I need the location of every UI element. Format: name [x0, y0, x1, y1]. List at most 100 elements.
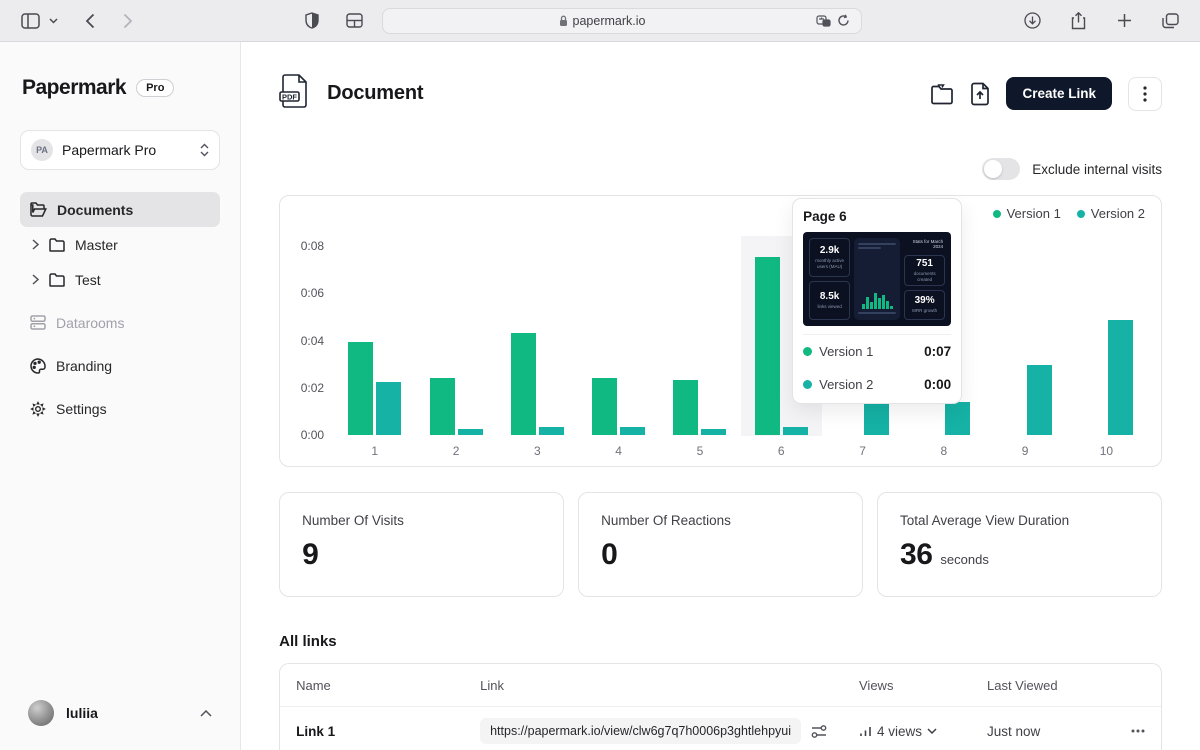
create-link-button[interactable]: Create Link: [1006, 77, 1112, 110]
views-chart: Version 1 Version 2 0:08 0:06 0:04 0:02 0:00 …: [279, 195, 1162, 467]
legend-item: Version 1: [992, 206, 1061, 221]
stat-card-reactions: Number Of Reactions 0: [578, 492, 864, 597]
tooltip-series-name: Version 2: [819, 377, 874, 392]
bar-version-2-page-5[interactable]: [701, 429, 727, 435]
tooltip-title: Page 6: [803, 209, 847, 224]
add-document-icon[interactable]: [970, 82, 990, 106]
sidebar-chevron-icon[interactable]: [44, 7, 62, 35]
share-icon[interactable]: [1064, 7, 1092, 35]
chevron-right-icon[interactable]: [32, 239, 39, 250]
bar-version-1-page-2[interactable]: [429, 378, 455, 435]
chart-group-page-10[interactable]: 10: [1066, 236, 1147, 458]
team-selector[interactable]: PA Papermark Pro: [20, 130, 221, 170]
forward-icon[interactable]: [114, 7, 142, 35]
chart-group-page-3[interactable]: 3: [497, 236, 578, 458]
bar-version-1-page-1[interactable]: [348, 342, 374, 435]
kebab-horizontal-icon: [1131, 729, 1145, 733]
y-axis-tick: 0:00: [300, 428, 325, 442]
link-url-pill[interactable]: https://papermark.io/view/clw6g7q7h0006p…: [480, 718, 801, 744]
tab-overview-icon[interactable]: [1156, 7, 1184, 35]
bar-version-2-page-10[interactable]: [1107, 320, 1133, 435]
chart-group-page-9[interactable]: 9: [984, 236, 1065, 458]
stat-label: Number Of Reactions: [601, 513, 731, 528]
gear-icon: [30, 400, 46, 417]
sidebar-item-master[interactable]: Master: [20, 227, 220, 262]
legend-dot-icon: [992, 209, 1001, 218]
sidebar: Papermark Pro PA Papermark Pro Documents…: [0, 42, 242, 750]
sidebar-item-label: Settings: [56, 400, 107, 417]
views-dropdown[interactable]: 4 views: [843, 724, 971, 739]
back-icon[interactable]: [76, 7, 104, 35]
user-menu[interactable]: luliia: [20, 694, 220, 732]
stat-value: 36: [900, 538, 933, 571]
chart-group-page-2[interactable]: 2: [415, 236, 496, 458]
bar-version-2-page-8[interactable]: [945, 402, 971, 435]
links-table: Name Link Views Last Viewed Link 1 https…: [279, 663, 1162, 750]
all-links-heading: All links: [279, 633, 337, 650]
bar-version-2-page-3[interactable]: [538, 427, 564, 435]
user-name: luliia: [66, 705, 98, 721]
translate-icon[interactable]: [813, 11, 833, 31]
bar-version-1-page-6[interactable]: [754, 257, 780, 435]
bar-version-2-page-6[interactable]: [782, 427, 808, 435]
url-bar[interactable]: papermark.io: [382, 7, 862, 34]
x-axis-label: 6: [777, 444, 785, 458]
bar-version-1-page-3[interactable]: [510, 333, 536, 435]
bar-version-2-page-9[interactable]: [1026, 365, 1052, 435]
page-preview-thumbnail: 2.9k monthly active users (MAU) 8.5k lin…: [803, 232, 952, 326]
url-text: papermark.io: [572, 13, 646, 28]
x-axis-label: 4: [615, 444, 622, 458]
sidebar-item-documents[interactable]: Documents: [20, 192, 221, 227]
pdf-file-icon: PDF: [279, 74, 309, 113]
chevron-right-icon[interactable]: [32, 274, 39, 285]
row-menu-button[interactable]: [1131, 729, 1145, 733]
sidebar-item-datarooms[interactable]: Datarooms: [20, 305, 220, 340]
sidebar-item-test[interactable]: Test: [20, 262, 220, 297]
views-count: 4 views: [877, 723, 923, 739]
x-axis-label: 7: [859, 444, 866, 458]
sidebar-toggle-icon[interactable]: [16, 7, 44, 35]
bar-version-2-page-2[interactable]: [457, 429, 483, 435]
bar-version-2-page-1[interactable]: [376, 382, 402, 435]
bar-version-1-page-4[interactable]: [592, 378, 618, 435]
reload-icon[interactable]: [833, 11, 853, 31]
column-header-views: Views: [859, 677, 894, 693]
chart-legend: Version 1 Version 2: [992, 206, 1145, 221]
toggle-label: Exclude internal visits: [1032, 161, 1162, 177]
x-axis-label: 5: [696, 444, 704, 458]
chart-y-axis: 0:08 0:06 0:04 0:02 0:00: [294, 236, 334, 441]
y-axis-tick: 0:08: [300, 239, 325, 253]
new-tab-icon[interactable]: [1110, 7, 1138, 35]
document-menu-button[interactable]: [1128, 76, 1162, 111]
link-settings-icon[interactable]: [811, 724, 827, 739]
move-to-folder-icon[interactable]: [930, 83, 954, 105]
chevron-down-icon: [927, 728, 937, 734]
folder-open-icon: [30, 202, 47, 217]
tooltip-row: Version 1 0:07: [803, 335, 951, 368]
downloads-icon[interactable]: [1018, 7, 1046, 35]
tooltip-series-name: Version 1: [819, 344, 874, 359]
bar-version-1-page-5[interactable]: [673, 380, 699, 435]
sidebar-item-label: Datarooms: [56, 314, 125, 331]
bar-version-2-page-4[interactable]: [620, 427, 646, 435]
chart-group-page-1[interactable]: 1: [334, 236, 415, 458]
chart-plot: 1 2 3 4 5 6 7 8 9 10: [334, 236, 1147, 458]
thumb-stat-label: documents created: [913, 271, 936, 282]
sidebar-item-branding[interactable]: Branding: [20, 348, 220, 383]
thumb-stat-value: 2.9k: [819, 245, 840, 257]
y-axis-tick: 0:04: [300, 333, 325, 348]
stat-label: Number Of Visits: [302, 513, 404, 528]
exclude-internal-visits-toggle[interactable]: [982, 158, 1021, 180]
series-dot-icon: [803, 347, 813, 356]
sidebar-item-label: Documents: [57, 201, 134, 218]
tooltip-series-value: 0:07: [924, 344, 952, 359]
tooltip-row: Version 2 0:00: [803, 368, 951, 401]
privacy-shield-icon[interactable]: [298, 7, 326, 35]
sidebar-item-settings[interactable]: Settings: [20, 391, 220, 426]
x-axis-label: 8: [940, 444, 948, 458]
chart-group-page-5[interactable]: 5: [659, 236, 740, 458]
thumb-stat-value: 39%: [914, 295, 935, 307]
page-layout-icon[interactable]: [340, 7, 368, 35]
chart-group-page-4[interactable]: 4: [578, 236, 659, 458]
sidebar-item-label: Test: [75, 271, 101, 288]
